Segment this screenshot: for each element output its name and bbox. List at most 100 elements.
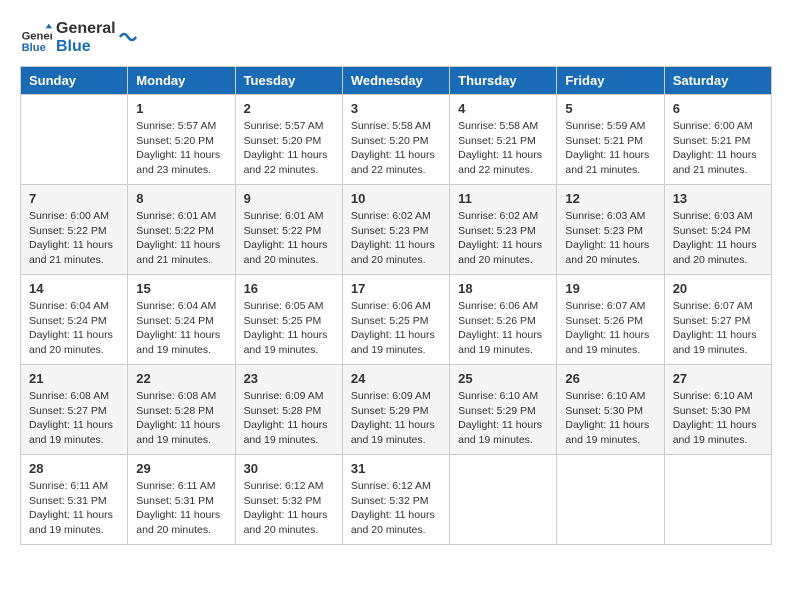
day-number: 12 xyxy=(565,191,655,206)
header-row: SundayMondayTuesdayWednesdayThursdayFrid… xyxy=(21,67,772,95)
day-info: Sunrise: 6:10 AM Sunset: 5:29 PM Dayligh… xyxy=(458,389,548,448)
calendar-cell: 28Sunrise: 6:11 AM Sunset: 5:31 PM Dayli… xyxy=(21,455,128,545)
day-info: Sunrise: 6:11 AM Sunset: 5:31 PM Dayligh… xyxy=(29,479,119,538)
weekday-header-monday: Monday xyxy=(128,67,235,95)
weekday-header-friday: Friday xyxy=(557,67,664,95)
day-info: Sunrise: 6:09 AM Sunset: 5:28 PM Dayligh… xyxy=(244,389,334,448)
calendar-cell: 21 Sunrise: 6:08 AM Sunset: 5:27 PM Dayli… xyxy=(21,365,128,455)
calendar-cell: 20Sunrise: 6:07 AM Sunset: 5:27 PM Dayli… xyxy=(664,275,771,365)
day-info: Sunrise: 6:00 AM Sunset: 5:21 PM Dayligh… xyxy=(673,119,763,178)
logo-icon: General Blue xyxy=(20,22,52,54)
day-info: Sunrise: 6:10 AM Sunset: 5:30 PM Dayligh… xyxy=(565,389,655,448)
day-number: 8 xyxy=(136,191,226,206)
logo: General Blue General Blue xyxy=(20,20,138,56)
calendar-cell: 2 Sunrise: 5:57 AM Sunset: 5:20 PM Daylig… xyxy=(235,95,342,185)
calendar-header: SundayMondayTuesdayWednesdayThursdayFrid… xyxy=(21,67,772,95)
day-info: Sunrise: 6:12 AM Sunset: 5:32 PM Dayligh… xyxy=(244,479,334,538)
svg-text:Blue: Blue xyxy=(22,42,46,54)
day-number: 10 xyxy=(351,191,441,206)
day-info: Sunrise: 6:02 AM Sunset: 5:23 PM Dayligh… xyxy=(458,209,548,268)
calendar-cell: 15Sunrise: 6:04 AM Sunset: 5:24 PM Dayli… xyxy=(128,275,235,365)
day-info: Sunrise: 6:03 AM Sunset: 5:24 PM Dayligh… xyxy=(673,209,763,268)
calendar-cell: 24Sunrise: 6:09 AM Sunset: 5:29 PM Dayli… xyxy=(342,365,449,455)
day-number: 9 xyxy=(244,191,334,206)
weekday-header-sunday: Sunday xyxy=(21,67,128,95)
day-info: Sunrise: 5:59 AM Sunset: 5:21 PM Dayligh… xyxy=(565,119,655,178)
calendar-week-1: 1 Sunrise: 5:57 AM Sunset: 5:20 PM Daylig… xyxy=(21,95,772,185)
day-info: Sunrise: 6:11 AM Sunset: 5:31 PM Dayligh… xyxy=(136,479,226,538)
calendar-cell: 22 Sunrise: 6:08 AM Sunset: 5:28 PM Dayli… xyxy=(128,365,235,455)
weekday-header-thursday: Thursday xyxy=(450,67,557,95)
day-number: 1 xyxy=(136,101,226,116)
day-number: 2 xyxy=(244,101,334,116)
calendar-cell: 25 Sunrise: 6:10 AM Sunset: 5:29 PM Dayli… xyxy=(450,365,557,455)
day-info: Sunrise: 6:04 AM Sunset: 5:24 PM Dayligh… xyxy=(29,299,119,358)
day-info: Sunrise: 6:03 AM Sunset: 5:23 PM Dayligh… xyxy=(565,209,655,268)
calendar-cell: 27 Sunrise: 6:10 AM Sunset: 5:30 PM Dayli… xyxy=(664,365,771,455)
calendar-cell xyxy=(664,455,771,545)
logo-blue: Blue xyxy=(56,38,116,56)
day-number: 7 xyxy=(29,191,119,206)
weekday-header-tuesday: Tuesday xyxy=(235,67,342,95)
day-number: 31 xyxy=(351,461,441,476)
calendar-cell: 10Sunrise: 6:02 AM Sunset: 5:23 PM Dayli… xyxy=(342,185,449,275)
calendar-week-5: 28Sunrise: 6:11 AM Sunset: 5:31 PM Dayli… xyxy=(21,455,772,545)
day-info: Sunrise: 6:04 AM Sunset: 5:24 PM Dayligh… xyxy=(136,299,226,358)
day-number: 17 xyxy=(351,281,441,296)
calendar-cell: 9 Sunrise: 6:01 AM Sunset: 5:22 PM Daylig… xyxy=(235,185,342,275)
day-info: Sunrise: 5:57 AM Sunset: 5:20 PM Dayligh… xyxy=(244,119,334,178)
calendar-cell: 31 Sunrise: 6:12 AM Sunset: 5:32 PM Dayli… xyxy=(342,455,449,545)
svg-text:General: General xyxy=(22,31,52,43)
day-info: Sunrise: 6:01 AM Sunset: 5:22 PM Dayligh… xyxy=(136,209,226,268)
day-info: Sunrise: 5:58 AM Sunset: 5:20 PM Dayligh… xyxy=(351,119,441,178)
day-info: Sunrise: 6:01 AM Sunset: 5:22 PM Dayligh… xyxy=(244,209,334,268)
calendar-week-2: 7 Sunrise: 6:00 AM Sunset: 5:22 PM Daylig… xyxy=(21,185,772,275)
calendar-cell: 6 Sunrise: 6:00 AM Sunset: 5:21 PM Daylig… xyxy=(664,95,771,185)
day-number: 6 xyxy=(673,101,763,116)
day-info: Sunrise: 6:00 AM Sunset: 5:22 PM Dayligh… xyxy=(29,209,119,268)
day-info: Sunrise: 5:57 AM Sunset: 5:20 PM Dayligh… xyxy=(136,119,226,178)
calendar-week-3: 14 Sunrise: 6:04 AM Sunset: 5:24 PM Dayli… xyxy=(21,275,772,365)
weekday-header-saturday: Saturday xyxy=(664,67,771,95)
calendar-cell: 11 Sunrise: 6:02 AM Sunset: 5:23 PM Dayli… xyxy=(450,185,557,275)
calendar-cell: 18Sunrise: 6:06 AM Sunset: 5:26 PM Dayli… xyxy=(450,275,557,365)
day-info: Sunrise: 6:05 AM Sunset: 5:25 PM Dayligh… xyxy=(244,299,334,358)
day-number: 22 xyxy=(136,371,226,386)
day-number: 30 xyxy=(244,461,334,476)
day-number: 5 xyxy=(565,101,655,116)
calendar-cell: 17Sunrise: 6:06 AM Sunset: 5:25 PM Dayli… xyxy=(342,275,449,365)
day-number: 27 xyxy=(673,371,763,386)
calendar-cell: 14 Sunrise: 6:04 AM Sunset: 5:24 PM Dayli… xyxy=(21,275,128,365)
weekday-header-wednesday: Wednesday xyxy=(342,67,449,95)
day-info: Sunrise: 6:08 AM Sunset: 5:28 PM Dayligh… xyxy=(136,389,226,448)
calendar-cell: 7 Sunrise: 6:00 AM Sunset: 5:22 PM Daylig… xyxy=(21,185,128,275)
logo-general: General xyxy=(56,20,116,38)
calendar-cell: 13 Sunrise: 6:03 AM Sunset: 5:24 PM Dayli… xyxy=(664,185,771,275)
day-info: Sunrise: 6:09 AM Sunset: 5:29 PM Dayligh… xyxy=(351,389,441,448)
day-number: 25 xyxy=(458,371,548,386)
calendar-table: SundayMondayTuesdayWednesdayThursdayFrid… xyxy=(20,66,772,545)
calendar-cell: 4Sunrise: 5:58 AM Sunset: 5:21 PM Daylig… xyxy=(450,95,557,185)
calendar-cell: 26Sunrise: 6:10 AM Sunset: 5:30 PM Dayli… xyxy=(557,365,664,455)
day-number: 23 xyxy=(244,371,334,386)
day-number: 11 xyxy=(458,191,548,206)
calendar-cell: 23 Sunrise: 6:09 AM Sunset: 5:28 PM Dayli… xyxy=(235,365,342,455)
calendar-cell: 29 Sunrise: 6:11 AM Sunset: 5:31 PM Dayli… xyxy=(128,455,235,545)
calendar-body: 1 Sunrise: 5:57 AM Sunset: 5:20 PM Daylig… xyxy=(21,95,772,545)
calendar-cell: 8 Sunrise: 6:01 AM Sunset: 5:22 PM Daylig… xyxy=(128,185,235,275)
calendar-cell: 5 Sunrise: 5:59 AM Sunset: 5:21 PM Daylig… xyxy=(557,95,664,185)
day-info: Sunrise: 6:08 AM Sunset: 5:27 PM Dayligh… xyxy=(29,389,119,448)
calendar-cell: 12 Sunrise: 6:03 AM Sunset: 5:23 PM Dayli… xyxy=(557,185,664,275)
day-number: 14 xyxy=(29,281,119,296)
calendar-cell: 1 Sunrise: 5:57 AM Sunset: 5:20 PM Daylig… xyxy=(128,95,235,185)
day-number: 29 xyxy=(136,461,226,476)
day-info: Sunrise: 5:58 AM Sunset: 5:21 PM Dayligh… xyxy=(458,119,548,178)
day-number: 21 xyxy=(29,371,119,386)
day-info: Sunrise: 6:10 AM Sunset: 5:30 PM Dayligh… xyxy=(673,389,763,448)
day-number: 20 xyxy=(673,281,763,296)
calendar-cell xyxy=(21,95,128,185)
calendar-cell: 19Sunrise: 6:07 AM Sunset: 5:26 PM Dayli… xyxy=(557,275,664,365)
calendar-cell: 30 Sunrise: 6:12 AM Sunset: 5:32 PM Dayli… xyxy=(235,455,342,545)
day-number: 13 xyxy=(673,191,763,206)
day-info: Sunrise: 6:12 AM Sunset: 5:32 PM Dayligh… xyxy=(351,479,441,538)
